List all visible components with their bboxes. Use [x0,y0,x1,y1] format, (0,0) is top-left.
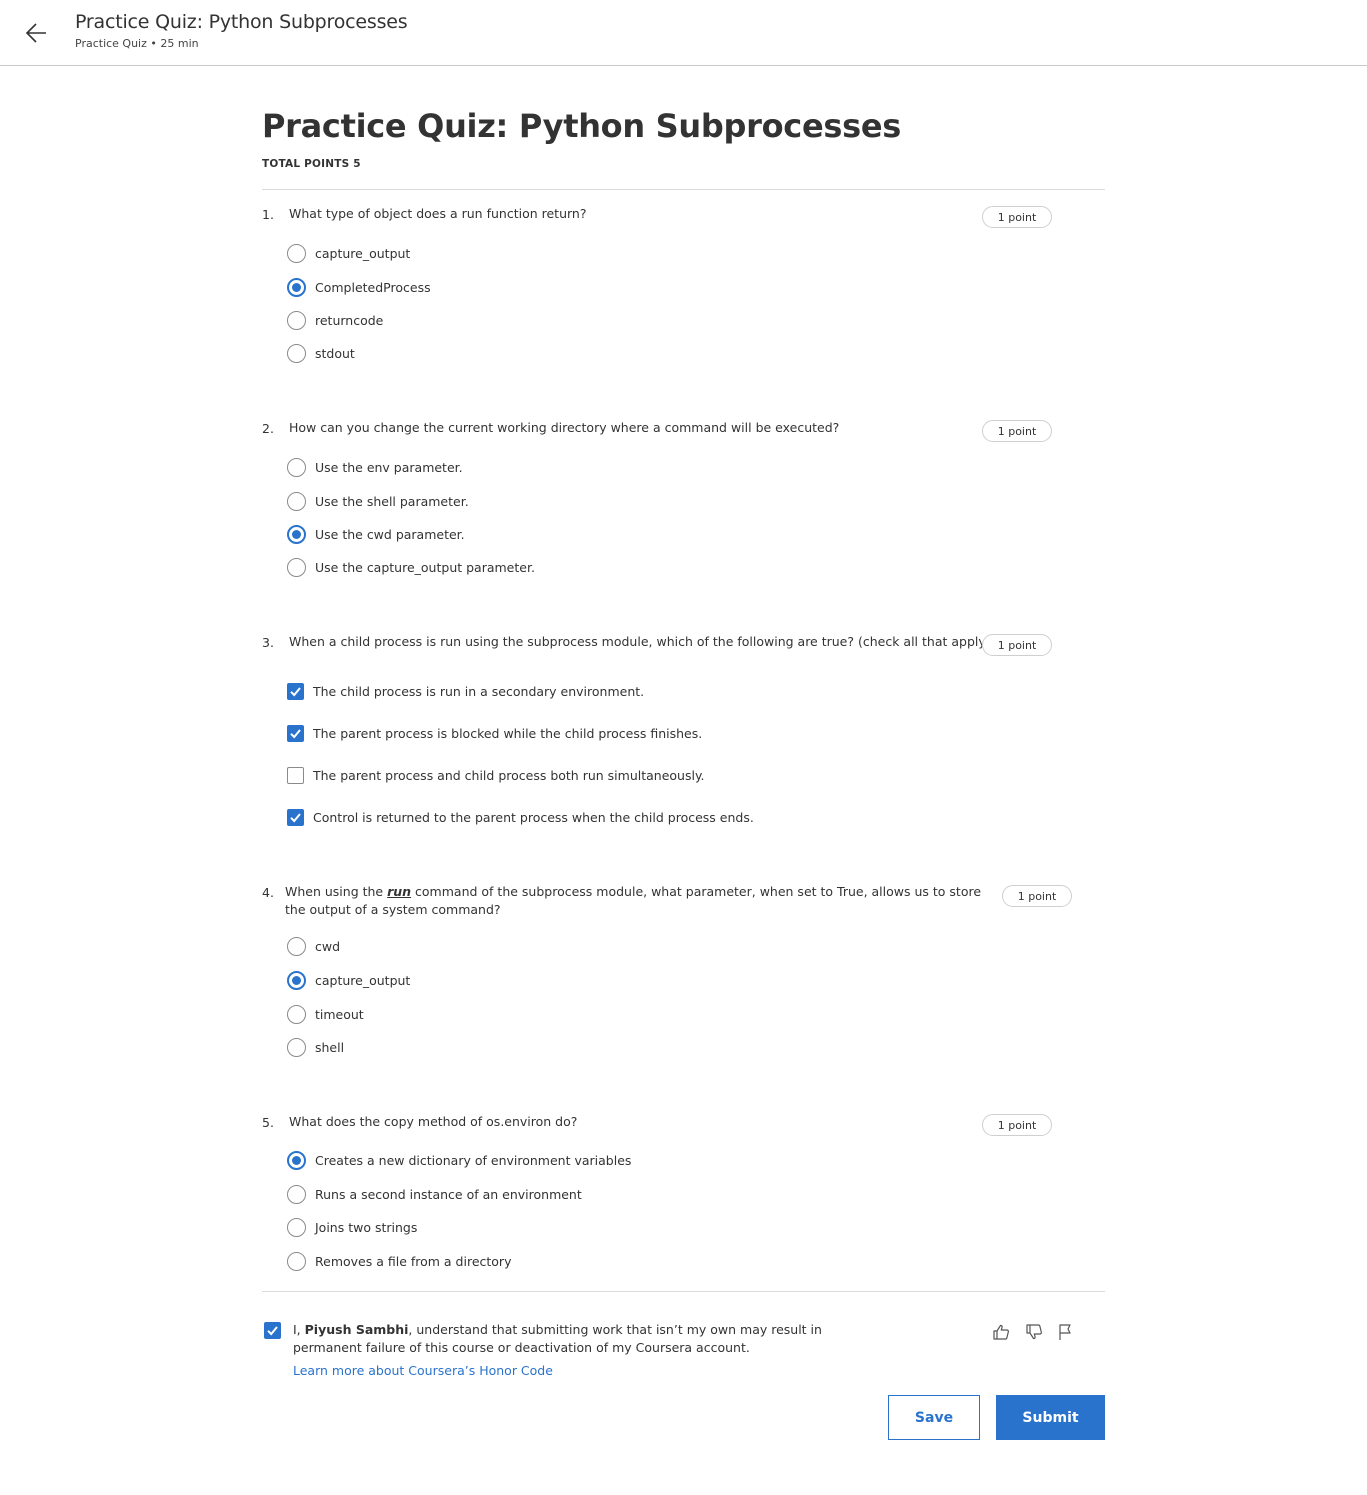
option-checkbox[interactable]: The child process is run in a secondary … [287,680,644,702]
radio-button[interactable] [287,1150,306,1170]
option-radio[interactable]: Use the env parameter. [287,456,463,478]
option-label: Use the cwd parameter. [315,526,465,542]
save-button[interactable]: Save [888,1395,980,1440]
question-text-emphasis: run [387,884,412,899]
option-radio[interactable]: CompletedProcess [287,276,431,298]
option-label: returncode [315,312,384,328]
total-points: TOTAL POINTS 5 [262,158,361,170]
radio-button[interactable] [287,1004,306,1024]
option-radio[interactable]: Use the cwd parameter. [287,523,465,545]
points-badge: 1 point [1002,885,1072,907]
question-number: 3. [262,635,274,650]
option-label: timeout [315,1006,364,1022]
points-badge: 1 point [982,420,1052,442]
radio-button[interactable] [287,936,306,956]
submit-button[interactable]: Submit [996,1395,1105,1440]
option-label: stdout [315,345,355,361]
option-radio[interactable]: Joins two strings [287,1216,417,1238]
radio-button[interactable] [287,1184,306,1204]
back-arrow-icon[interactable] [20,16,54,50]
radio-button[interactable] [287,557,306,577]
option-radio[interactable]: Runs a second instance of an environment [287,1183,582,1205]
header-title: Practice Quiz: Python Subprocesses [75,11,408,33]
question-number: 1. [262,207,274,222]
thumbs-down-icon[interactable] [1023,1321,1045,1343]
radio-button[interactable] [287,343,306,363]
thumbs-up-icon[interactable] [990,1321,1012,1343]
checkbox[interactable] [287,682,304,700]
option-radio[interactable]: returncode [287,309,383,331]
radio-button[interactable] [287,277,306,297]
question-text: When using the run command of the subpro… [285,883,1005,919]
option-radio[interactable]: cwd [287,935,340,957]
checkbox[interactable] [287,724,304,742]
option-label: capture_output [315,245,411,261]
page-title: Practice Quiz: Python Subprocesses [262,107,902,145]
learner-name: Piyush Sambhi [304,1322,409,1337]
question-number: 5. [262,1115,274,1130]
radio-button[interactable] [287,524,306,544]
question-text-part: When using the [285,884,388,899]
option-radio[interactable]: capture_output [287,242,410,264]
option-label: Use the env parameter. [315,459,463,475]
divider [262,1291,1105,1292]
option-radio[interactable]: Use the shell parameter. [287,490,469,512]
header-subtitle: Practice Quiz • 25 min [75,37,199,50]
option-label: Control is returned to the parent proces… [313,809,754,825]
points-badge: 1 point [982,206,1052,228]
option-radio[interactable]: timeout [287,1003,364,1025]
flag-icon[interactable] [1054,1321,1076,1343]
option-radio[interactable]: capture_output [287,969,410,991]
radio-button[interactable] [287,1037,306,1057]
question-number: 4. [262,885,274,900]
question-text: What type of object does a run function … [289,206,587,221]
option-label: Creates a new dictionary of environment … [315,1152,632,1168]
option-radio[interactable]: Removes a file from a directory [287,1250,511,1272]
option-label: The parent process is blocked while the … [313,725,703,741]
radio-button[interactable] [287,243,306,263]
option-radio[interactable]: Creates a new dictionary of environment … [287,1149,631,1171]
question-text: How can you change the current working d… [289,420,840,435]
honor-code-link[interactable]: Learn more about Coursera’s Honor Code [293,1363,553,1378]
option-label: cwd [315,938,341,954]
option-label: Use the shell parameter. [315,493,469,509]
question-number: 2. [262,421,274,436]
checkbox[interactable] [287,808,304,826]
option-label: The parent process and child process bot… [313,767,705,783]
option-label: capture_output [315,972,411,988]
radio-button[interactable] [287,457,306,477]
option-label: Use the capture_output parameter. [315,559,535,575]
points-badge: 1 point [982,1114,1052,1136]
option-label: shell [315,1039,345,1055]
option-label: The child process is run in a secondary … [313,683,645,699]
checkbox[interactable] [287,766,304,784]
option-label: Runs a second instance of an environment [315,1186,582,1202]
question-text: What does the copy method of os.environ … [289,1114,578,1129]
honor-code-statement: I, Piyush Sambhi, understand that submit… [293,1321,893,1357]
option-label: Joins two strings [315,1219,418,1235]
option-radio[interactable]: shell [287,1036,344,1058]
option-checkbox[interactable]: Control is returned to the parent proces… [287,806,754,828]
question-text: When a child process is run using the su… [289,634,991,649]
radio-button[interactable] [287,970,306,990]
points-badge: 1 point [982,634,1052,656]
option-label: CompletedProcess [315,279,431,295]
divider [262,189,1105,190]
option-label: Removes a file from a directory [315,1253,512,1269]
honor-code-checkbox[interactable] [264,1322,281,1339]
option-checkbox[interactable]: The parent process is blocked while the … [287,722,702,744]
radio-button[interactable] [287,1251,306,1271]
radio-button[interactable] [287,1217,306,1237]
top-bar: Practice Quiz: Python Subprocesses Pract… [0,0,1367,66]
option-radio[interactable]: Use the capture_output parameter. [287,556,535,578]
radio-button[interactable] [287,491,306,511]
radio-button[interactable] [287,310,306,330]
option-radio[interactable]: stdout [287,342,355,364]
option-checkbox[interactable]: The parent process and child process bot… [287,764,705,786]
honor-code-prefix: I, [293,1322,305,1337]
